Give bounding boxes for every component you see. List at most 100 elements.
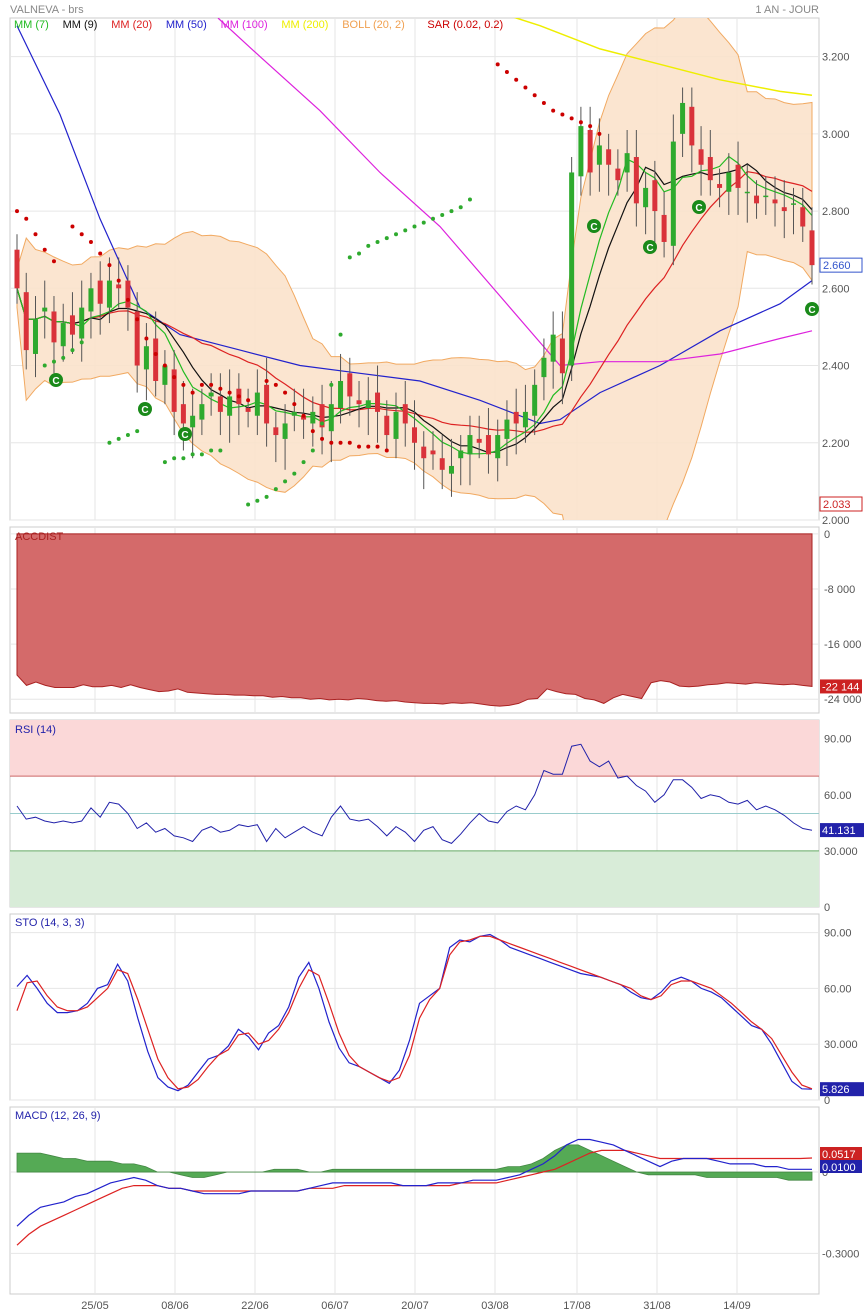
candle-body <box>264 384 270 424</box>
candle-body <box>190 415 196 428</box>
sar-dot-red <box>227 390 232 395</box>
sar-dot-red <box>42 247 47 252</box>
y-tick-label: 0 <box>824 902 830 914</box>
candle-body <box>116 284 122 289</box>
sar-dot-green <box>320 421 325 426</box>
candle-body <box>661 214 667 242</box>
sar-dot-red <box>135 317 140 322</box>
candle-body <box>541 357 547 378</box>
y-tick-label: 2.400 <box>822 361 850 373</box>
sar-dot-red <box>264 378 269 383</box>
signal-marker-label: C <box>52 376 59 387</box>
x-tick-label: 17/08 <box>563 1300 591 1312</box>
sar-dot-green <box>347 255 352 260</box>
sar-dot-red <box>597 131 602 136</box>
sar-dot-green <box>394 232 399 237</box>
last-price-value: 2.660 <box>823 260 851 272</box>
candle-body <box>495 435 501 459</box>
sar-dot-red <box>107 263 112 268</box>
signal-marker-label: C <box>808 305 815 316</box>
candle-body <box>652 180 658 212</box>
candle-body <box>227 396 233 416</box>
legend: MM (7) MM (9) MM (20) MM (50) MM (100) MM (20… <box>14 19 503 31</box>
sar-dot-red <box>218 386 223 391</box>
candle-body <box>439 458 445 470</box>
legend-item: MM (50) <box>166 19 207 31</box>
candle-body <box>375 392 381 412</box>
x-tick-label: 22/06 <box>241 1300 269 1312</box>
sar-dot-red <box>283 390 288 395</box>
y-tick-label: 2.000 <box>822 515 850 527</box>
x-tick-label: 08/06 <box>161 1300 189 1312</box>
candle-body <box>51 311 57 343</box>
sar-dot-red <box>181 382 186 387</box>
candle-body <box>356 400 362 405</box>
candle-body <box>532 384 538 416</box>
candle-body <box>772 199 778 204</box>
sar-dot-green <box>125 433 130 438</box>
signal-marker-label: C <box>695 203 702 214</box>
sar-dot-red <box>588 124 593 129</box>
candle-body <box>800 207 806 227</box>
panel-title: ACCDIST <box>15 531 64 543</box>
candle-body <box>643 187 649 208</box>
sar-dot-red <box>162 363 167 368</box>
y-tick-label: 30.000 <box>824 1039 858 1051</box>
candle-body <box>448 465 454 474</box>
sar-dot-red <box>51 259 56 264</box>
candle-body <box>291 411 297 416</box>
sar-dot-red <box>246 398 251 403</box>
y-tick-label: 2.600 <box>822 283 850 295</box>
x-tick-label: 20/07 <box>401 1300 429 1312</box>
sar-dot-green <box>273 487 278 492</box>
signal-marker-label: C <box>590 222 597 233</box>
sar-dot-green <box>209 448 214 453</box>
legend-item: MM (9) <box>63 19 98 31</box>
candle-body <box>467 435 473 455</box>
signal-marker-label: C <box>141 405 148 416</box>
candle-body <box>23 292 29 351</box>
sar-dot-red <box>125 297 130 302</box>
candle-body <box>153 338 159 381</box>
x-tick-label: 06/07 <box>321 1300 349 1312</box>
panel-title: STO (14, 3, 3) <box>15 917 85 929</box>
legend-item: SAR (0.02, 0.2) <box>427 19 503 31</box>
y-tick-label: -8 000 <box>824 584 855 596</box>
rsi-overbought-zone <box>10 720 819 777</box>
sar-dot-red <box>375 444 380 449</box>
sar-dot-red <box>541 100 546 105</box>
sar-dot-red <box>209 382 214 387</box>
candle-body <box>106 280 112 308</box>
sar-dot-green <box>357 251 362 256</box>
y-tick-label: 90.00 <box>824 734 852 746</box>
rsi-value: 41.131 <box>822 825 856 837</box>
sar-dot-green <box>61 355 66 360</box>
candle-body <box>79 307 85 339</box>
sar-dot-green <box>384 236 389 241</box>
rsi-oversold-zone <box>10 850 819 907</box>
period-label: 1 AN - JOUR <box>755 4 819 16</box>
sar-dot-red <box>153 351 158 356</box>
candle-body <box>513 411 519 424</box>
candle-body <box>615 168 621 181</box>
candle-body <box>217 396 223 412</box>
sar-dot-red <box>236 394 241 399</box>
sar-dot-red <box>79 232 84 237</box>
sar-dot-red <box>495 62 500 67</box>
sar-dot-red <box>172 375 177 380</box>
candle-body <box>726 172 732 192</box>
candle-body <box>791 203 797 205</box>
candle-body <box>624 153 630 173</box>
candle-body <box>384 415 390 436</box>
y-tick-label: -0.3000 <box>822 1248 859 1260</box>
y-tick-label: 2.200 <box>822 438 850 450</box>
candle-body <box>310 411 316 424</box>
candle-body <box>485 435 491 455</box>
y-tick-label: 0 <box>824 1095 830 1107</box>
sar-dot-green <box>310 448 315 453</box>
sar-dot-green <box>449 209 454 214</box>
legend-item: MM (7) <box>14 19 49 31</box>
candle-body <box>698 149 704 165</box>
sar-dot-red <box>578 120 583 125</box>
sar-dot-red <box>88 239 93 244</box>
